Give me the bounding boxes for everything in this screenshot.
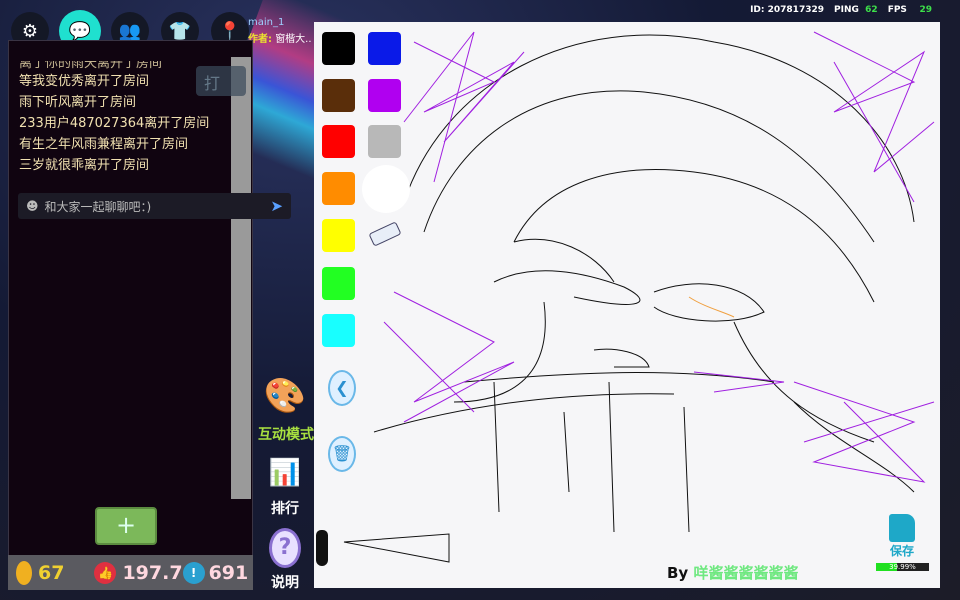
drawing (343, 31, 935, 563)
ping-value: 62 (865, 5, 878, 15)
save-label: 保存 (889, 544, 914, 558)
fps-label: FPS (887, 5, 907, 15)
undo-back-icon[interactable]: ❮ (328, 370, 356, 406)
color-swatch-yellow[interactable] (322, 219, 355, 252)
chat-scrollbar[interactable] (231, 57, 251, 499)
coin-icon (16, 560, 32, 585)
color-swatch-blue[interactable] (368, 32, 401, 65)
user-id: ID: 207817329 (750, 5, 824, 15)
trash-icon[interactable]: 🗑 (328, 436, 356, 472)
drawing-canvas[interactable]: ❮ 🗑 (314, 22, 940, 588)
network-stats: ID: 207817329 PING 62 FPS 29 (750, 5, 932, 15)
color-swatch-purple[interactable] (368, 79, 401, 112)
save-button[interactable]: 保存 (888, 514, 916, 559)
chat-message: 离了你的雨天离开了房间 (19, 61, 163, 71)
chat-message: 等我变优秀离开了房间 (19, 74, 150, 89)
ranking-icon[interactable]: 📊 (262, 458, 308, 488)
chat-message: 有生之年风雨兼程离开了房间 (19, 137, 189, 152)
chat-message: 雨下听风离开了房间 (19, 95, 137, 110)
send-icon[interactable]: ➤ (270, 197, 283, 215)
color-swatch-red[interactable] (322, 125, 355, 158)
by-label: By (667, 564, 689, 582)
save-progress-bar: 39.99% (876, 563, 929, 571)
ping-label: PING (834, 5, 859, 15)
emoji-icon[interactable]: ☻ (26, 199, 39, 213)
color-swatch-green[interactable] (322, 267, 355, 300)
author-name: 窗楷大.. (275, 34, 312, 45)
stats-bar: 67 👍 197.7 ! 691 (8, 555, 253, 590)
help-icon[interactable]: ? (269, 528, 301, 568)
interactive-mode-label[interactable]: 互动模式 (254, 424, 318, 444)
brush-size-slider-handle[interactable] (316, 530, 328, 566)
add-button[interactable]: + (95, 507, 157, 545)
chat-input[interactable]: ☻ 和大家一起聊聊吧：) ➤ (18, 193, 291, 219)
artist-credit: By 咩酱酱酱酱酱酱 (667, 562, 798, 583)
color-swatch-brown[interactable] (322, 79, 355, 112)
ranking-label[interactable]: 排行 (262, 498, 308, 518)
color-swatch-cyan[interactable] (322, 314, 355, 347)
exclamation-icon: ! (182, 561, 205, 584)
help-label[interactable]: 说明 (262, 572, 308, 592)
artist-name: 咩酱酱酱酱酱酱 (693, 564, 799, 582)
like-count: 197.7 (122, 561, 183, 584)
color-swatch-black[interactable] (322, 32, 355, 65)
chat-panel: 离了你的雨天离开了房间 等我变优秀离开了房间 雨下听风离开了房间 233用户48… (8, 40, 253, 556)
room-name: main_1 (248, 17, 285, 28)
chat-input-placeholder: 和大家一起聊聊吧：) (44, 199, 152, 214)
palette-icon[interactable]: 🎨 (262, 376, 308, 416)
author: 作者: 窗楷大.. (248, 30, 312, 45)
chat-message: 233用户487027364离开了房间 (19, 116, 210, 131)
progress-text: 39.99% (889, 563, 916, 571)
hidden-button[interactable]: 打 (196, 66, 246, 96)
color-swatch-orange[interactable] (322, 172, 355, 205)
save-floppy-icon (889, 514, 915, 542)
fps-value: 29 (919, 5, 932, 15)
color-swatch-white[interactable] (362, 165, 410, 213)
chat-message: 三岁就很乖离开了房间 (19, 158, 150, 173)
report-count: 691 (208, 561, 249, 584)
chat-messages: 离了你的雨天离开了房间 等我变优秀离开了房间 雨下听风离开了房间 233用户48… (19, 61, 209, 176)
coin-count: 67 (38, 561, 65, 584)
thumbs-up-icon: 👍 (94, 561, 117, 584)
color-swatch-gray[interactable] (368, 125, 401, 158)
